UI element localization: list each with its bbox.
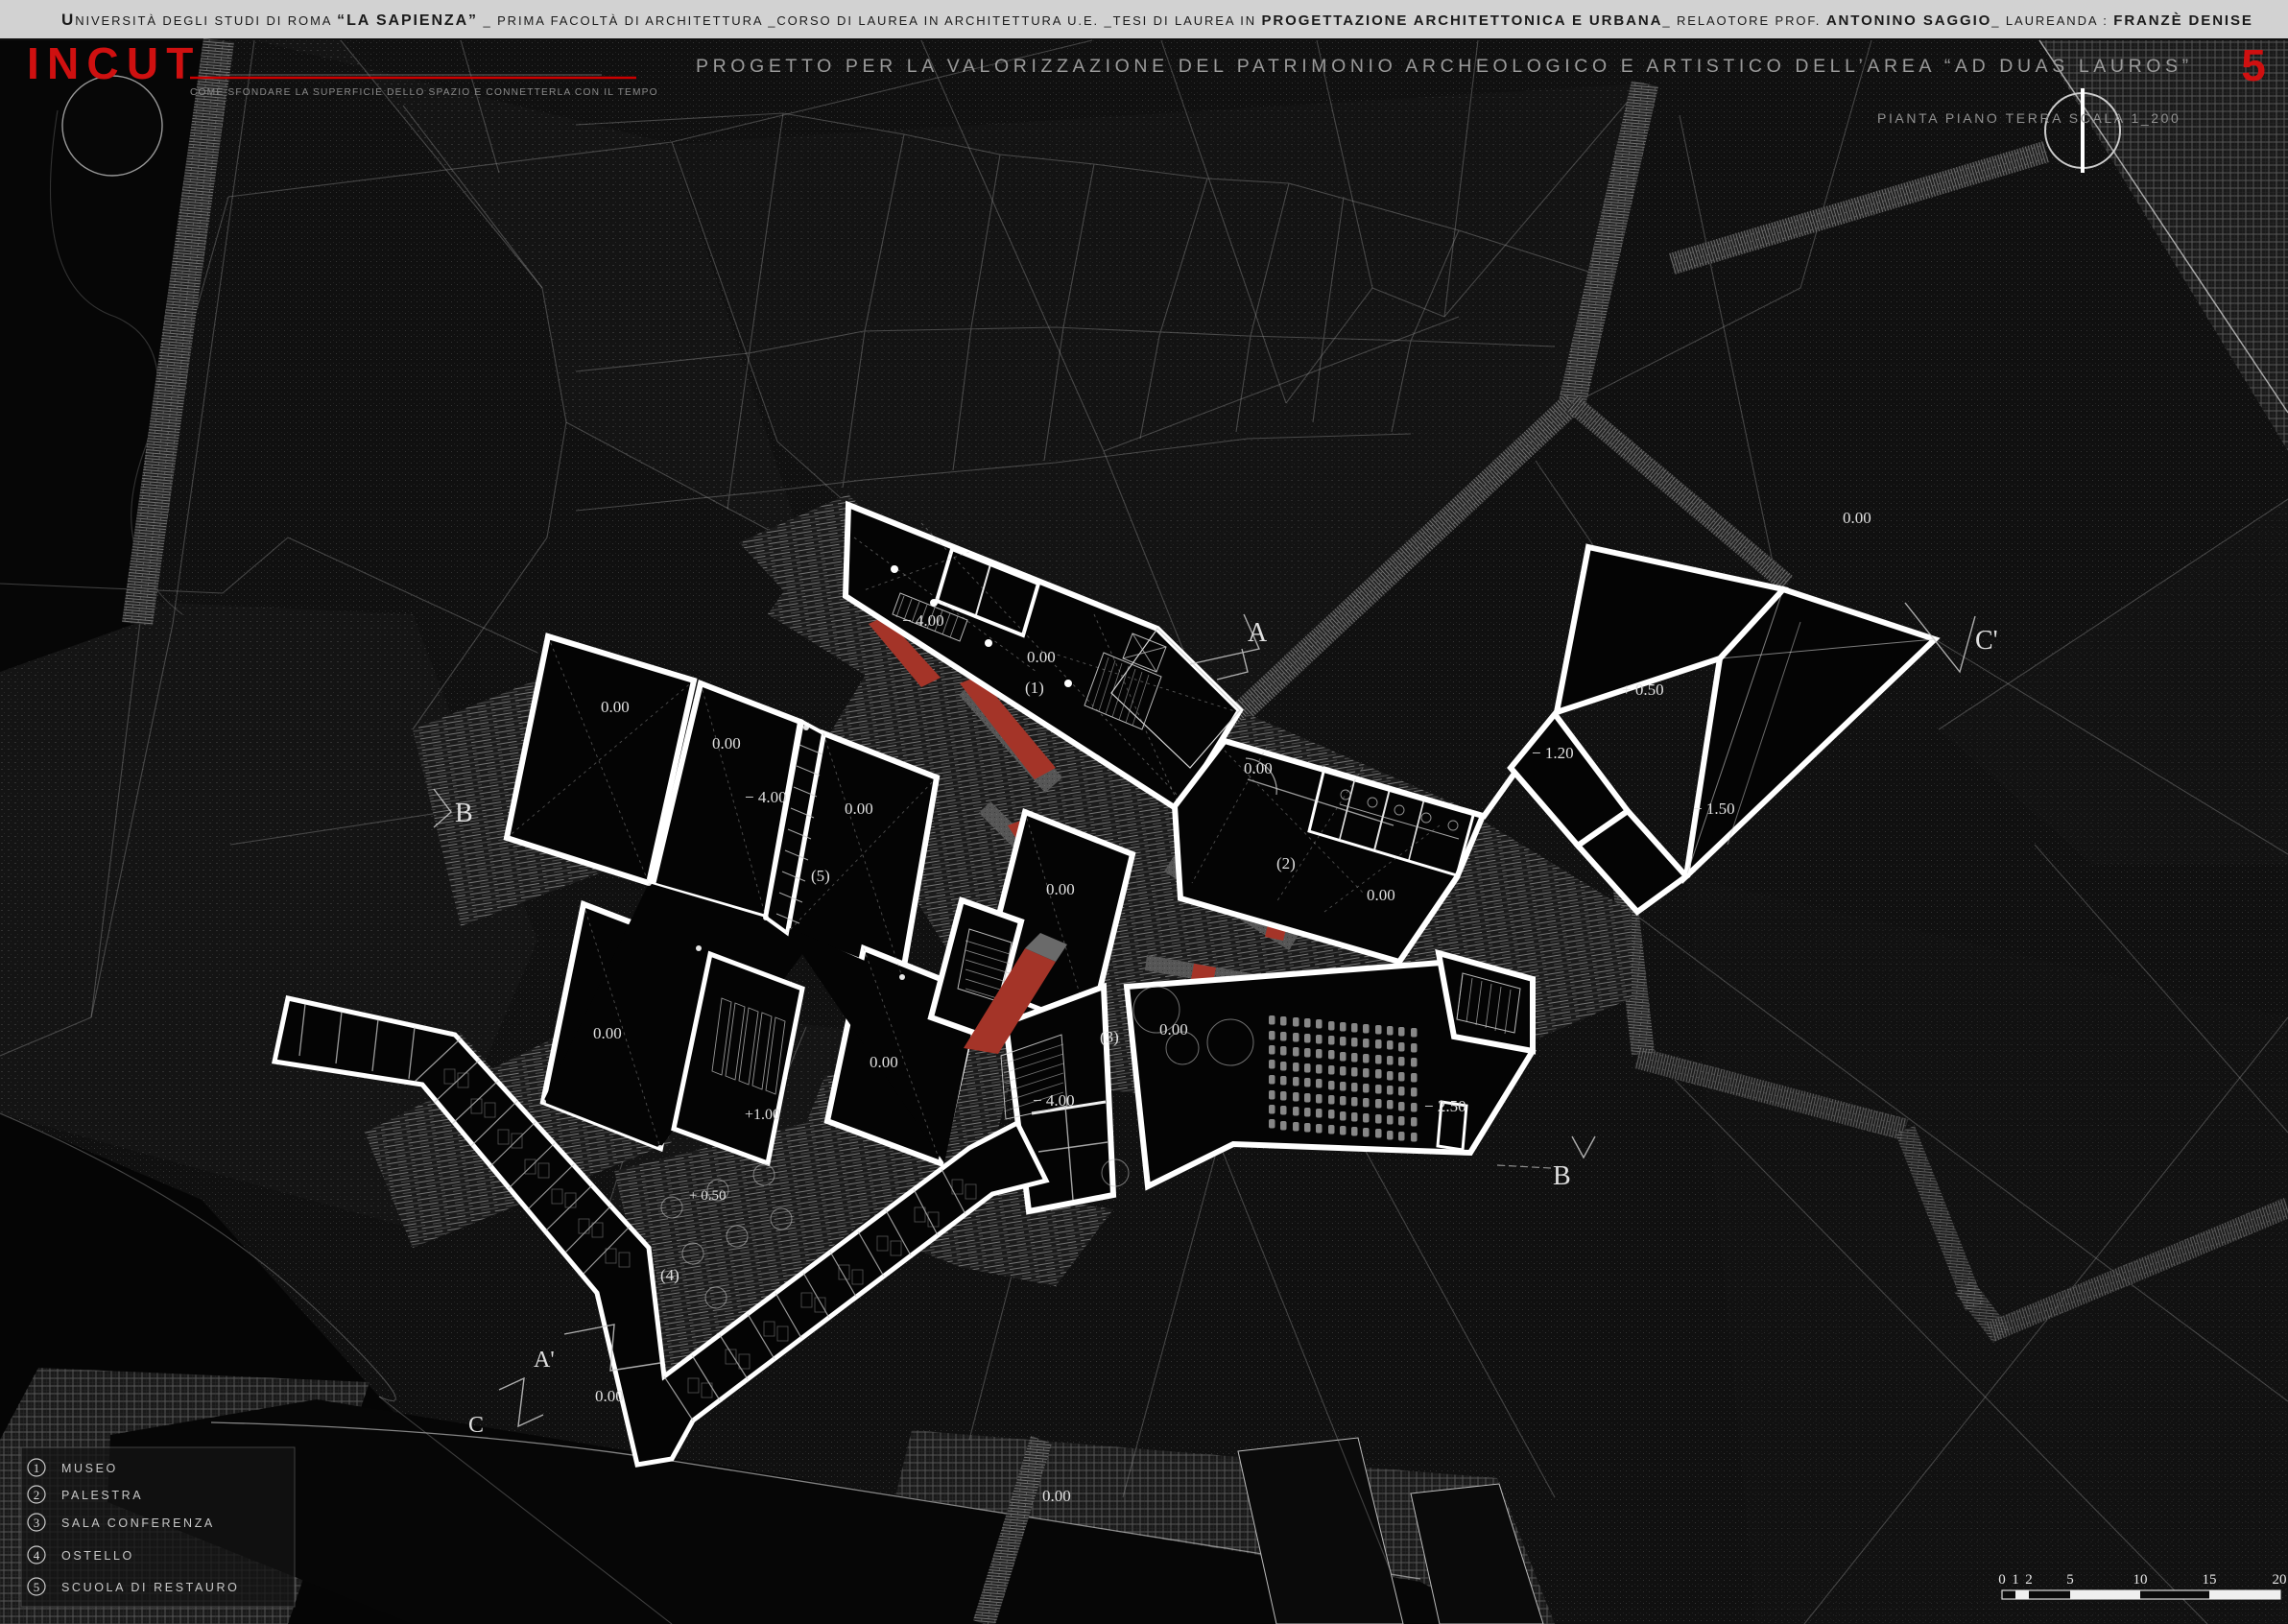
svg-text:B: B — [1553, 1161, 1571, 1191]
svg-text:0.00: 0.00 — [601, 698, 630, 716]
svg-text:− 4.00: − 4.00 — [902, 611, 944, 630]
svg-text:0.00: 0.00 — [1042, 1487, 1071, 1505]
svg-text:3: 3 — [34, 1516, 40, 1530]
svg-text:0.00: 0.00 — [595, 1387, 624, 1405]
svg-text:A': A' — [534, 1348, 555, 1373]
svg-text:PALESTRA: PALESTRA — [61, 1489, 143, 1502]
svg-text:C: C — [468, 1413, 484, 1438]
svg-text:5: 5 — [2241, 40, 2266, 90]
svg-text:− 4.00: − 4.00 — [745, 788, 787, 806]
svg-text:1: 1 — [2012, 1572, 2019, 1588]
svg-text:20: 20 — [2273, 1572, 2287, 1588]
svg-text:15: 15 — [2203, 1572, 2217, 1588]
svg-text:− 1.50: − 1.50 — [1693, 800, 1735, 818]
svg-text:+ 0.50: + 0.50 — [689, 1188, 726, 1204]
svg-text:0.00: 0.00 — [870, 1053, 898, 1071]
svg-text:0.00: 0.00 — [1244, 759, 1273, 777]
svg-text:0.00: 0.00 — [1046, 880, 1075, 898]
svg-text:C': C' — [1975, 626, 1998, 656]
svg-text:(3): (3) — [1100, 1028, 1119, 1046]
svg-text:PIANTA PIANO TERRA SCALA 1_200: PIANTA PIANO TERRA SCALA 1_200 — [1877, 110, 2181, 126]
svg-text:4: 4 — [34, 1548, 40, 1563]
svg-text:− 1.20: − 1.20 — [1532, 744, 1574, 762]
svg-text:− 4.00: − 4.00 — [1033, 1091, 1075, 1110]
svg-text:(5): (5) — [811, 867, 830, 885]
svg-text:0: 0 — [1998, 1572, 2006, 1588]
svg-text:B: B — [455, 799, 473, 828]
svg-text:MUSEO: MUSEO — [61, 1462, 118, 1475]
svg-text:COME SFONDARE LA SUPERFICIE DE: COME SFONDARE LA SUPERFICIE DELLO SPAZIO… — [190, 87, 658, 98]
svg-text:(4): (4) — [660, 1266, 679, 1284]
svg-text:2: 2 — [34, 1488, 40, 1502]
svg-text:+ 0.50: + 0.50 — [1622, 681, 1664, 699]
svg-text:10: 10 — [2133, 1572, 2148, 1588]
svg-text:(1): (1) — [1025, 679, 1044, 697]
svg-text:UNIVERSITÀ DEGLI STUDI DI ROMA: UNIVERSITÀ DEGLI STUDI DI ROMA “LA SAPIE… — [61, 11, 2253, 29]
svg-text:INCUT: INCUT — [27, 38, 202, 88]
svg-text:(2): (2) — [1276, 854, 1296, 872]
svg-text:0.00: 0.00 — [712, 734, 741, 752]
svg-text:1: 1 — [34, 1461, 40, 1475]
svg-text:A: A — [1248, 618, 1268, 648]
svg-text:+1.00: +1.00 — [745, 1107, 780, 1123]
svg-text:0.00: 0.00 — [1159, 1020, 1188, 1039]
svg-text:SCUOLA DI RESTAURO: SCUOLA DI RESTAURO — [61, 1581, 239, 1594]
svg-text:0.00: 0.00 — [593, 1024, 622, 1042]
svg-text:OSTELLO: OSTELLO — [61, 1549, 134, 1563]
svg-text:0.00: 0.00 — [1843, 509, 1871, 527]
svg-text:SALA CONFERENZA: SALA CONFERENZA — [61, 1517, 215, 1530]
svg-text:2: 2 — [2025, 1572, 2033, 1588]
svg-text:0.00: 0.00 — [1027, 648, 1056, 666]
svg-text:0.00: 0.00 — [1367, 886, 1395, 904]
svg-text:5: 5 — [34, 1580, 40, 1594]
svg-text:− 2.50: − 2.50 — [1424, 1097, 1466, 1115]
svg-text:PROGETTO PER LA VALORIZZAZIONE: PROGETTO PER LA VALORIZZAZIONE DEL PATRI… — [696, 56, 2193, 77]
svg-text:0.00: 0.00 — [845, 800, 873, 818]
svg-text:5: 5 — [2066, 1572, 2074, 1588]
